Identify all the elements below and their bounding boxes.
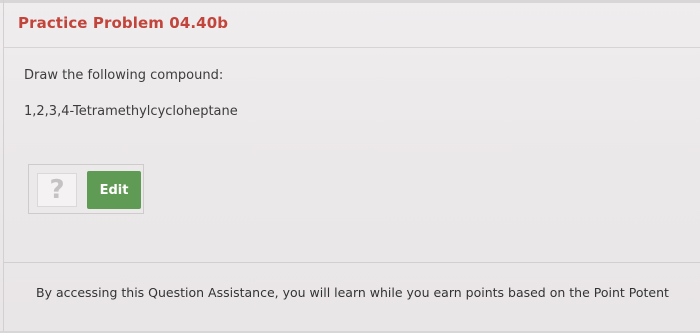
edit-button[interactable]: Edit (87, 171, 141, 209)
question-mark-icon: ? (49, 175, 65, 205)
title-divider (4, 47, 700, 48)
question-page: Practice Problem 04.40b Draw the followi… (0, 0, 700, 333)
drawing-widget: ? Edit (28, 164, 144, 214)
left-border (3, 0, 4, 333)
problem-instruction: Draw the following compound: (24, 68, 224, 83)
compound-name: 1,2,3,4-Tetramethylcycloheptane (24, 104, 238, 119)
assistance-divider (4, 262, 700, 263)
assistance-text: By accessing this Question Assistance, y… (36, 285, 669, 300)
drawing-preview[interactable]: ? (37, 173, 77, 207)
problem-title: Practice Problem 04.40b (18, 14, 229, 32)
top-border (0, 0, 700, 3)
